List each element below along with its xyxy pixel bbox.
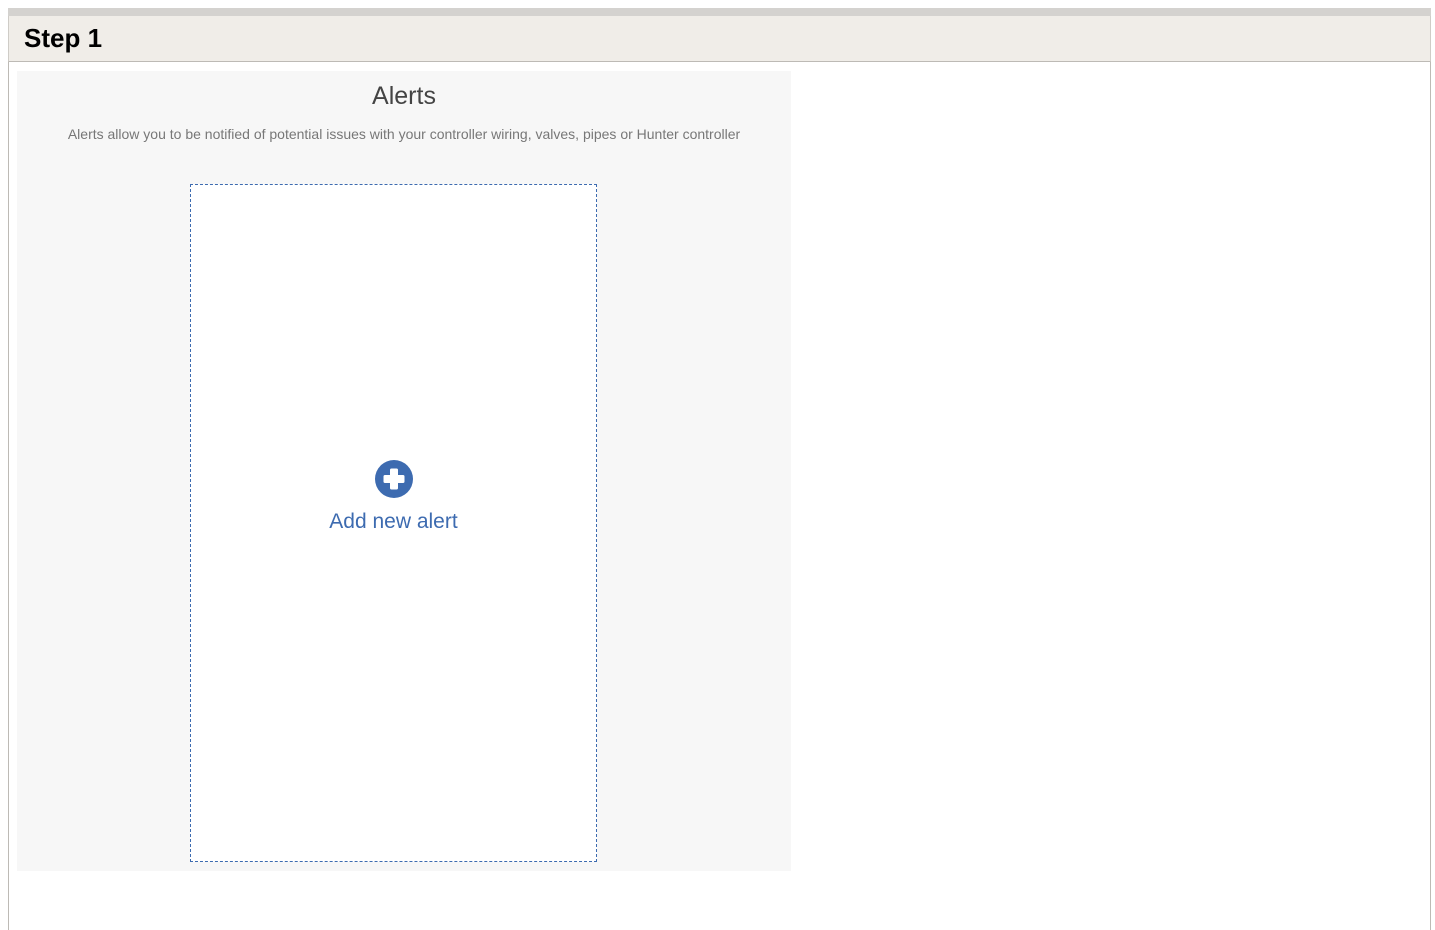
add-new-alert-button[interactable]: Add new alert xyxy=(190,184,597,862)
step-header: Step 1 xyxy=(8,16,1431,62)
alerts-title: Alerts xyxy=(372,82,436,110)
top-divider-strip xyxy=(8,8,1431,16)
step-title: Step 1 xyxy=(24,23,103,53)
add-new-alert-label: Add new alert xyxy=(329,510,458,533)
alerts-description: Alerts allow you to be notified of poten… xyxy=(67,126,741,142)
alerts-panel: Alerts Alerts allow you to be notified o… xyxy=(17,71,791,871)
plus-circle-icon xyxy=(375,460,413,498)
